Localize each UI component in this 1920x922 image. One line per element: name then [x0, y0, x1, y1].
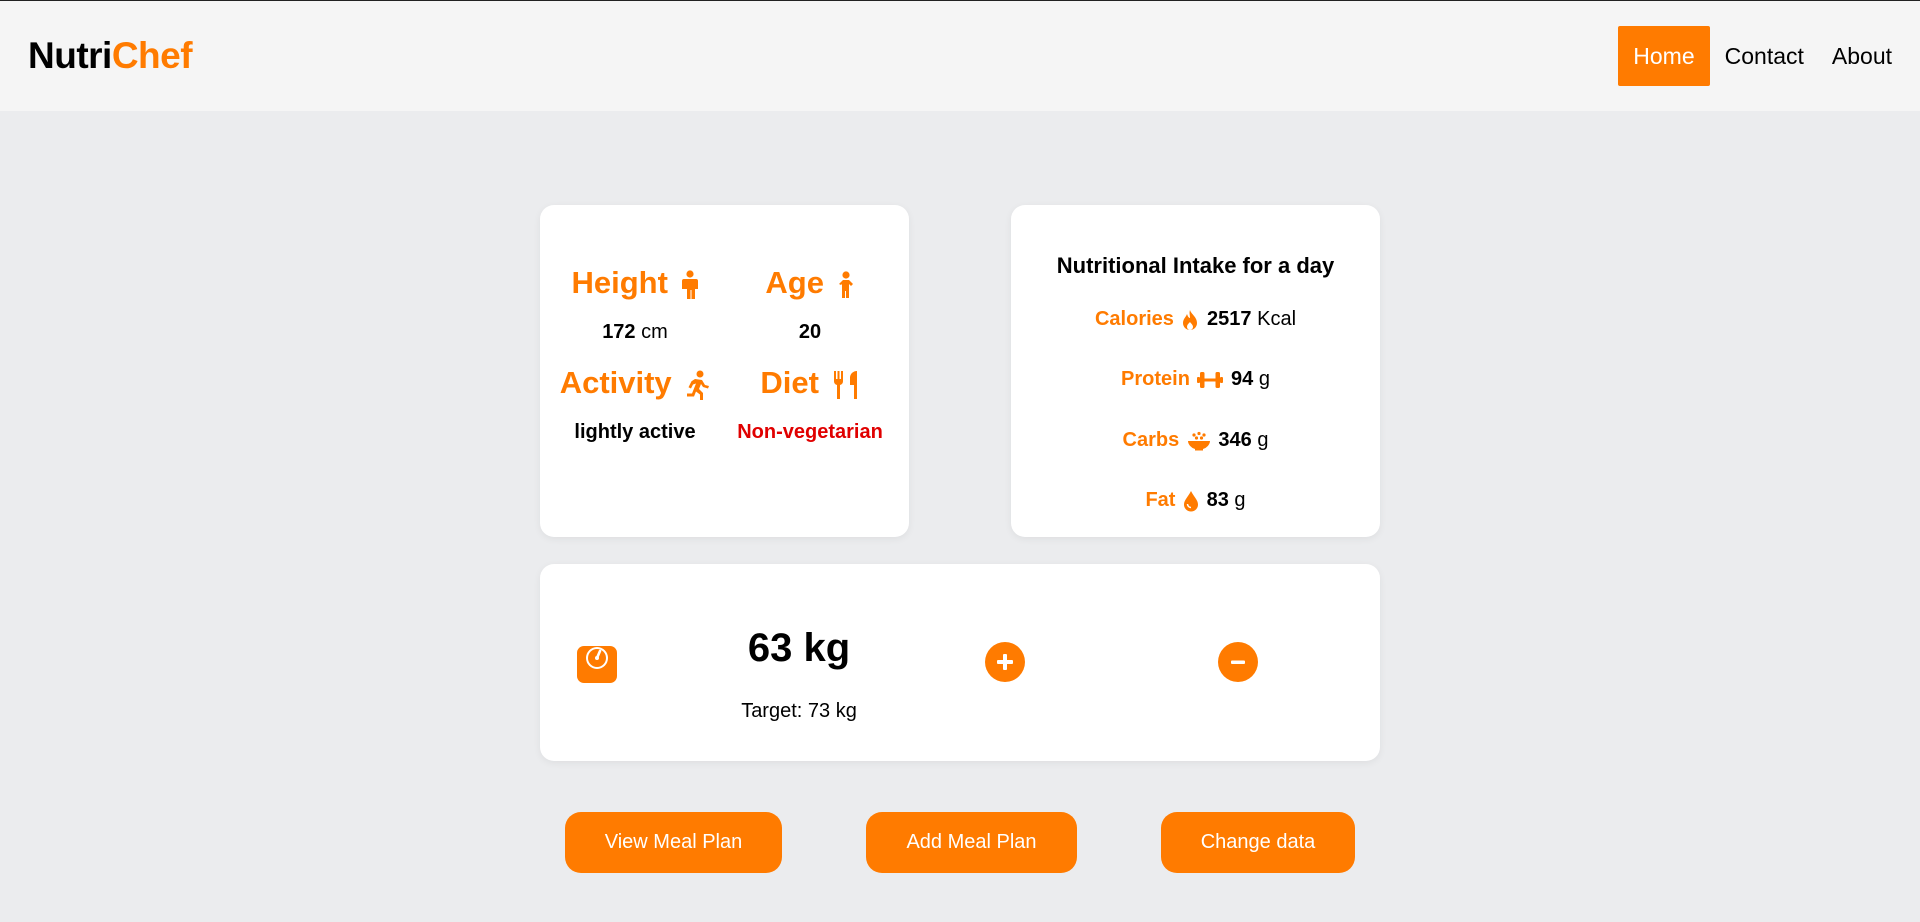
- age-label: Age: [765, 265, 824, 300]
- child-icon: [837, 265, 855, 300]
- height-unit: cm: [641, 321, 668, 343]
- brand-logo[interactable]: NutriChef: [28, 35, 193, 77]
- current-weight: 63 kg: [747, 626, 851, 670]
- fat-unit: g: [1234, 489, 1246, 511]
- fat-row: Fat 83 g: [1011, 489, 1380, 512]
- utensils-icon: [832, 365, 860, 400]
- protein-value: 94: [1231, 368, 1254, 390]
- diet-value: Non-vegetarian: [737, 421, 883, 443]
- profile-card: Height 172 cm Age 20 Activity lightly ac…: [540, 205, 909, 537]
- age-cell: Age 20: [720, 265, 900, 344]
- diet-label-row: Diet: [720, 365, 900, 401]
- height-label-row: Height: [545, 265, 725, 301]
- decrease-weight-button[interactable]: [1218, 642, 1258, 682]
- brand-part1: Nutri: [28, 35, 112, 76]
- dumbbell-icon: [1197, 368, 1229, 390]
- brand-part2: Chef: [111, 35, 193, 76]
- carbs-label: Carbs: [1122, 429, 1180, 451]
- activity-value-row: lightly active: [545, 421, 725, 444]
- activity-value: lightly active: [574, 421, 696, 443]
- calories-value: 2517: [1207, 308, 1252, 330]
- age-value-row: 20: [720, 321, 900, 344]
- navbar: NutriChef Home Contact About: [0, 1, 1920, 111]
- protein-unit: g: [1258, 368, 1270, 390]
- activity-cell: Activity lightly active: [545, 365, 725, 444]
- nav-contact-link[interactable]: Contact: [1711, 26, 1818, 86]
- nav-about-link[interactable]: About: [1818, 26, 1906, 86]
- carbs-value: 346: [1218, 429, 1252, 451]
- activity-label: Activity: [559, 365, 672, 400]
- view-meal-plan-button[interactable]: View Meal Plan: [565, 812, 782, 873]
- nutrition-card: Nutritional Intake for a day Calories 25…: [1011, 205, 1380, 537]
- bowl-rice-icon: [1187, 429, 1217, 451]
- nutrition-title: Nutritional Intake for a day: [1056, 253, 1335, 278]
- calories-label: Calories: [1094, 308, 1174, 330]
- change-data-button[interactable]: Change data: [1161, 812, 1355, 873]
- diet-label: Diet: [760, 365, 819, 400]
- height-cell: Height 172 cm: [545, 265, 725, 344]
- person-icon: [681, 265, 699, 300]
- droplet-icon: [1183, 489, 1205, 512]
- height-value-row: 172 cm: [545, 321, 725, 344]
- plus-icon: [997, 654, 1013, 670]
- fat-value: 83: [1206, 489, 1229, 511]
- target-weight: Target: 73 kg: [741, 700, 857, 722]
- fat-label: Fat: [1145, 489, 1176, 511]
- diet-cell: Diet Non-vegetarian: [720, 365, 900, 444]
- carbs-row: Carbs 346 g: [1011, 429, 1380, 452]
- add-meal-plan-button[interactable]: Add Meal Plan: [866, 812, 1077, 873]
- nav-home-link[interactable]: Home: [1618, 26, 1710, 86]
- age-label-row: Age: [720, 265, 900, 301]
- nav-links: Home Contact About: [1618, 26, 1906, 86]
- running-icon: [684, 365, 710, 400]
- fire-icon: [1181, 308, 1205, 330]
- calories-unit: Kcal: [1257, 308, 1297, 330]
- age-value: 20: [798, 321, 822, 343]
- weight-card: 63 kg Target: 73 kg: [540, 564, 1380, 761]
- weight-scale-icon: [576, 642, 618, 689]
- height-label: Height: [571, 265, 668, 300]
- carbs-unit: g: [1257, 429, 1269, 451]
- protein-label: Protein: [1121, 368, 1190, 390]
- increase-weight-button[interactable]: [985, 642, 1025, 682]
- activity-label-row: Activity: [545, 365, 725, 401]
- height-value: 172: [602, 321, 636, 343]
- diet-value-row: Non-vegetarian: [720, 421, 900, 444]
- protein-row: Protein 94 g: [1011, 368, 1380, 391]
- calories-row: Calories 2517 Kcal: [1011, 308, 1380, 331]
- minus-icon: [1231, 660, 1245, 664]
